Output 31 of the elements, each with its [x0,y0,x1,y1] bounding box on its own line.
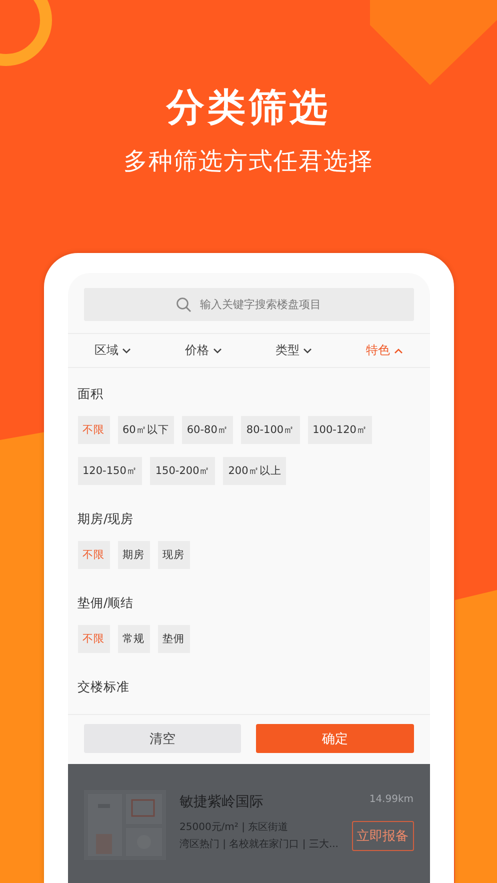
search-placeholder: 输入关键字搜索楼盘项目 [200,297,321,312]
filter-tab[interactable]: 价格 [158,334,248,367]
filter-option[interactable]: 200㎡以上 [223,457,286,485]
filter-option[interactable]: 60㎡以下 [118,416,174,444]
filter-option[interactable]: 60-80㎡ [182,416,234,444]
filter-option[interactable]: 100-120㎡ [308,416,372,444]
chevron-down-icon [122,348,132,354]
listing-distance: 14.99km [369,794,414,805]
clear-button[interactable]: 清空 [84,724,241,753]
chevron-down-icon [212,348,222,354]
filter-option[interactable]: 150-200㎡ [150,457,216,485]
filter-option[interactable]: 120-150㎡ [78,457,142,485]
filter-option[interactable]: 现房 [158,541,190,569]
filter-group-title: 垫佣/顺结 [78,595,135,611]
chevron-down-icon [303,348,312,354]
filter-option[interactable]: 期房 [118,541,150,569]
listing-name: 敏捷紫岭国际 [180,793,264,811]
filter-group-title: 面积 [78,386,104,402]
search-field[interactable]: 输入关键字搜索楼盘项目 [84,288,414,321]
subheadline: 多种筛选方式任君选择 [124,146,374,176]
headline: 分类筛选 [166,84,330,130]
ring-decoration [0,0,52,66]
search-icon [176,296,192,312]
filter-tab[interactable]: 类型 [248,334,339,367]
filter-option[interactable]: 80-100㎡ [241,416,300,444]
chevron-up-icon [394,348,403,354]
filter-group-title: 交楼标准 [78,679,130,695]
filter-option[interactable]: 常规 [118,625,150,653]
filter-tab[interactable]: 区域 [68,334,158,367]
filter-option[interactable]: 垫佣 [158,625,190,653]
filter-group-title: 期房/现房 [78,511,135,527]
